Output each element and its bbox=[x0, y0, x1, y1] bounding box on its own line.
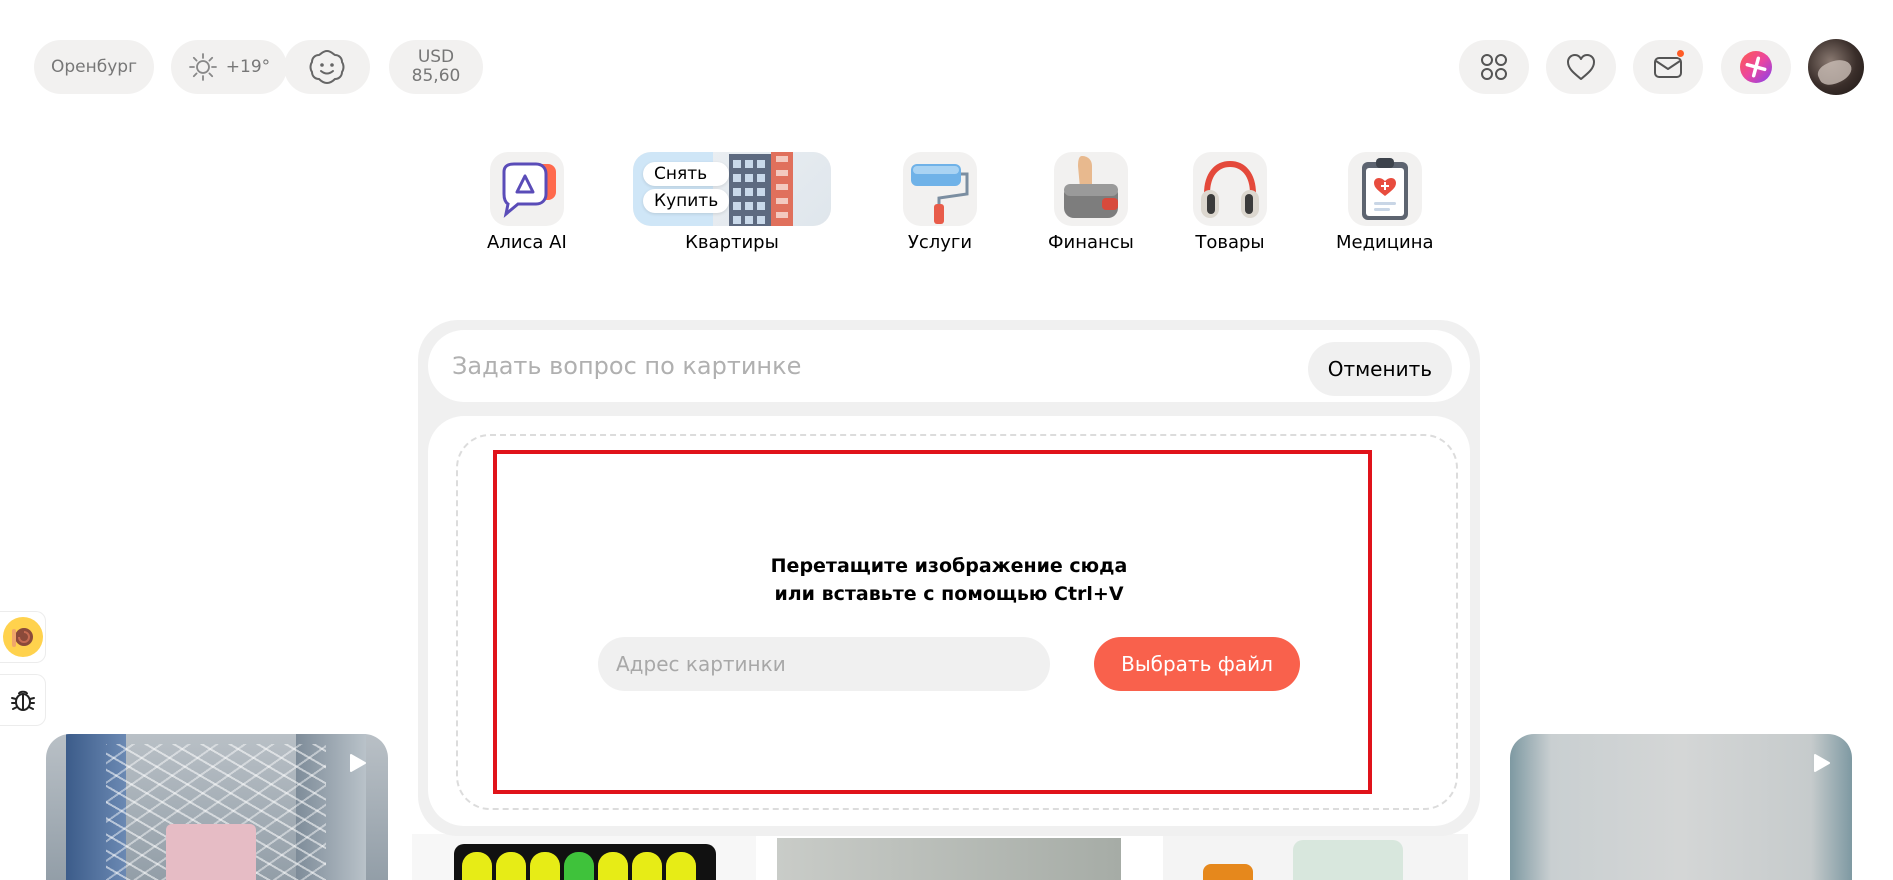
drop-panel bbox=[428, 416, 1470, 826]
favorites-button[interactable] bbox=[1546, 40, 1616, 94]
bug-icon bbox=[10, 690, 35, 711]
grid-icon bbox=[1481, 54, 1507, 80]
currency-widget[interactable]: USD 85,60 bbox=[389, 40, 483, 94]
services-menu-button[interactable] bbox=[1459, 40, 1529, 94]
service-label: Алиса AI bbox=[487, 232, 567, 253]
page: Оренбург +19° USD 85,60 Алиса AI Снять К… bbox=[0, 0, 1893, 880]
service-kvartiry[interactable]: Снять Купить Квартиры bbox=[633, 152, 831, 253]
feed-image-part bbox=[1203, 864, 1253, 880]
drop-instruction-line-1: Перетащите изображение сюда bbox=[770, 555, 1128, 577]
mail-button[interactable] bbox=[1633, 40, 1703, 94]
service-uslugi[interactable]: Услуги bbox=[903, 152, 977, 253]
buy-chip[interactable]: Купить bbox=[643, 189, 730, 213]
drop-zone[interactable] bbox=[456, 434, 1458, 810]
temperature-label: +19° bbox=[225, 57, 271, 77]
service-medicina[interactable]: Медицина bbox=[1336, 152, 1434, 253]
user-avatar[interactable] bbox=[1808, 39, 1864, 95]
feed-image-part bbox=[1293, 840, 1403, 880]
kids-mode-button[interactable] bbox=[284, 40, 370, 94]
feed-card-video[interactable] bbox=[46, 734, 388, 880]
drop-instruction-line-2: или вставьте с помощью Ctrl+V bbox=[774, 583, 1124, 605]
feed-card-image[interactable] bbox=[412, 834, 756, 880]
heart-icon bbox=[1567, 54, 1595, 80]
sun-icon bbox=[188, 53, 217, 81]
snail-icon bbox=[2, 617, 43, 657]
feed-card-image[interactable] bbox=[777, 838, 1121, 880]
service-label: Финансы bbox=[1048, 232, 1134, 253]
service-label: Квартиры bbox=[685, 232, 779, 253]
service-tovary[interactable]: Товары bbox=[1193, 152, 1267, 253]
choose-file-button[interactable]: Выбрать файл bbox=[1094, 637, 1300, 691]
side-widget-bug-report[interactable] bbox=[0, 674, 46, 726]
city-button[interactable]: Оренбург bbox=[34, 40, 154, 94]
play-icon bbox=[1814, 754, 1830, 772]
headphones-icon bbox=[1193, 152, 1267, 226]
service-alisa[interactable]: Алиса AI bbox=[487, 152, 567, 253]
service-finansy[interactable]: Финансы bbox=[1048, 152, 1134, 253]
image-url-input[interactable] bbox=[598, 637, 1050, 691]
cancel-button[interactable]: Отменить bbox=[1307, 342, 1452, 396]
feed-card-image[interactable] bbox=[1163, 834, 1468, 880]
weather-button[interactable]: +19° bbox=[171, 40, 287, 94]
currency-code: USD bbox=[417, 47, 455, 67]
wallet-icon bbox=[1053, 152, 1128, 226]
search-row: Отменить bbox=[428, 330, 1470, 402]
clipboard-heart-icon bbox=[1347, 152, 1422, 226]
alisa-icon bbox=[489, 152, 564, 226]
building-graphic bbox=[729, 152, 793, 226]
service-label: Услуги bbox=[907, 232, 973, 253]
plus-logo-icon bbox=[1740, 51, 1772, 83]
feed-image-part bbox=[462, 852, 696, 880]
rent-chip[interactable]: Снять bbox=[643, 162, 730, 186]
yandex-plus-button[interactable] bbox=[1721, 40, 1791, 94]
notification-dot bbox=[1676, 49, 1685, 58]
feed-image-part bbox=[166, 824, 256, 880]
side-widget-snail[interactable] bbox=[0, 611, 46, 663]
apartment-chips: Снять Купить bbox=[643, 162, 730, 213]
service-label: Медицина bbox=[1336, 232, 1434, 253]
city-label: Оренбург bbox=[50, 57, 137, 77]
image-question-input[interactable] bbox=[452, 348, 1292, 384]
feed-card-video[interactable] bbox=[1510, 734, 1852, 880]
play-icon bbox=[350, 754, 366, 772]
smiling-face-icon bbox=[309, 49, 345, 85]
paint-roller-icon bbox=[903, 152, 977, 226]
building-icon: Снять Купить bbox=[633, 152, 831, 226]
drop-instructions: Перетащите изображение сюда или вставьте… bbox=[418, 552, 1480, 608]
service-label: Товары bbox=[1195, 232, 1265, 253]
currency-rate: 85,60 bbox=[411, 66, 461, 86]
